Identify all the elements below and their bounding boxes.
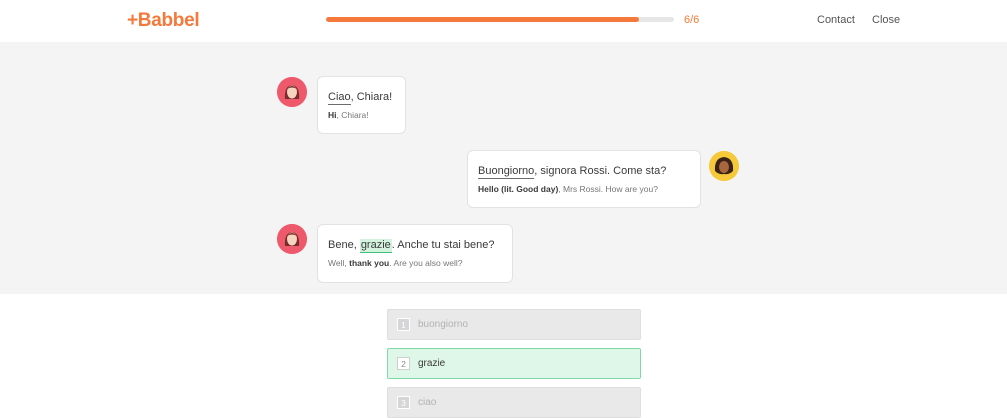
italian-line: Ciao, Chiara! — [328, 91, 395, 105]
progress-fill — [326, 17, 640, 22]
close-link[interactable]: Close — [872, 14, 900, 26]
italian-text: . Anche tu stai bene? — [391, 239, 495, 251]
translation-text: , Chiara! — [336, 110, 369, 120]
message-bubble: Bene, grazie. Anche tu stai bene? Well, … — [317, 224, 513, 283]
italian-line: Bene, grazie. Anche tu stai bene? — [328, 239, 502, 253]
translation-text: , Mrs Rossi. How are you? — [558, 184, 658, 194]
translation-bold: thank you — [349, 258, 390, 268]
progress-counter: 6/6 — [684, 14, 700, 26]
answer-number: 1 — [397, 318, 410, 331]
italian-text: Bene, — [328, 239, 360, 251]
translation-text: Well, — [328, 258, 350, 268]
translation-text: . Are you also well? — [389, 258, 463, 268]
answer-text: buongiorno — [418, 319, 469, 330]
chiara-avatar-icon — [277, 224, 307, 254]
translation-line: Well, thank you. Are you also well? — [328, 258, 502, 268]
italian-text: , signora Rossi. Come sta? — [534, 165, 667, 177]
top-bar: +Babbel 6/6 Contact Close — [0, 0, 1007, 42]
answer-option-1[interactable]: 1 buongiorno — [387, 309, 641, 340]
contact-link[interactable]: Contact — [817, 14, 855, 26]
answer-text: grazie — [418, 358, 446, 369]
translation-line: Hello (lit. Good day), Mrs Rossi. How ar… — [478, 184, 690, 194]
translation-line: Hi, Chiara! — [328, 110, 395, 120]
vocab-word[interactable]: Ciao — [328, 91, 351, 105]
answer-number: 2 — [397, 357, 410, 370]
answer-number: 3 — [397, 396, 410, 409]
answer-option-3[interactable]: 3 ciao — [387, 387, 641, 418]
answer-option-2[interactable]: 2 grazie — [387, 348, 641, 379]
translation-bold: Hello (lit. Good day) — [478, 184, 559, 194]
message-bubble: Ciao, Chiara! Hi, Chiara! — [317, 76, 406, 134]
answer-text: ciao — [418, 397, 437, 408]
vocab-word[interactable]: Buongiorno — [478, 165, 535, 179]
dialog-area: Ciao, Chiara! Hi, Chiara! Buongiorno, si… — [0, 42, 1007, 294]
translation-bold: Hi — [328, 110, 337, 120]
filled-answer-word[interactable]: grazie — [359, 239, 392, 253]
message-bubble: Buongiorno, signora Rossi. Come sta? Hel… — [467, 150, 701, 208]
italian-text: , Chiara! — [350, 91, 393, 103]
babbel-logo[interactable]: +Babbel — [127, 10, 200, 32]
chiara-avatar-icon — [277, 77, 307, 107]
lesson-progress-bar — [326, 17, 674, 22]
rossi-avatar-icon — [709, 151, 739, 181]
italian-line: Buongiorno, signora Rossi. Come sta? — [478, 165, 690, 179]
